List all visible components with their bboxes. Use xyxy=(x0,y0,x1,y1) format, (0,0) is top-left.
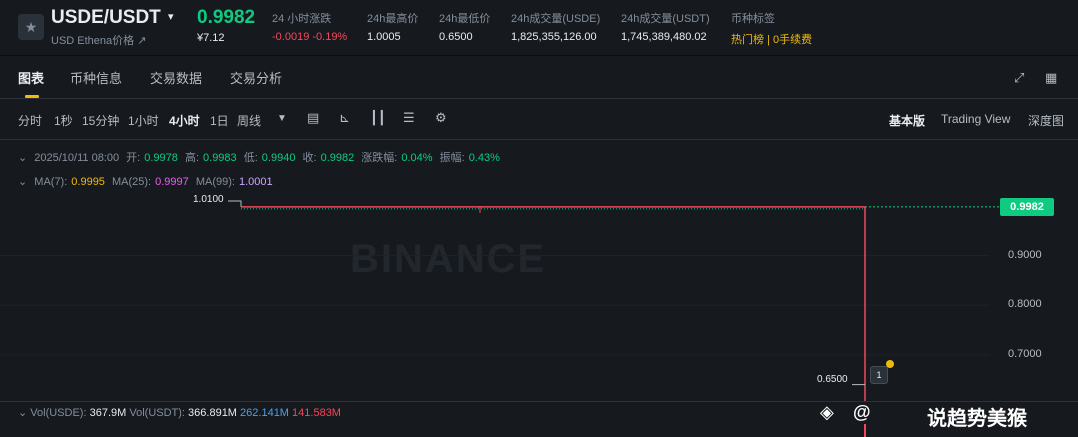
interval-toolbar: 分时 1秒 15分钟 1小时 4小时 1日 周线 ▼ ▤ ⊾ ┃┃ ☰ ⚙ 基本… xyxy=(0,100,1078,140)
stat-24h-change: 24 小时涨跌 -0.0019 -0.19% xyxy=(272,13,348,43)
stat-24h-volume-usde: 24h成交量(USDE) 1,825,355,126.00 xyxy=(511,13,601,43)
volume-bar xyxy=(864,424,866,437)
volume-pane: ⌄ Vol(USDE): 367.9M Vol(USDT): 366.891M … xyxy=(0,401,1078,437)
favorite-star-icon[interactable]: ★ xyxy=(18,14,44,40)
tab-coin-info[interactable]: 币种信息 xyxy=(70,68,122,87)
vol-ma-value-1: 262.141M xyxy=(240,407,289,419)
tab-chart[interactable]: 图表 xyxy=(18,68,44,87)
token-tags-link[interactable]: 热门榜 | 0手续费 xyxy=(731,31,812,47)
collapse-volume-icon[interactable]: ⌄ xyxy=(18,407,27,419)
y-axis-label-2: 0.7000 xyxy=(1008,348,1042,360)
event-marker-icon[interactable]: 1 xyxy=(870,366,888,384)
indicator-icon[interactable]: ⊾ xyxy=(339,110,350,126)
fullscreen-icon[interactable]: ⤢ xyxy=(1014,70,1024,86)
y-axis-label-0: 0.9000 xyxy=(1008,249,1042,261)
vol-usde-value: 367.9M xyxy=(89,407,127,419)
stat-token-tags: 币种标签 热门榜 | 0手续费 xyxy=(731,13,813,47)
event-dot-icon xyxy=(886,360,894,368)
chart-template-icon[interactable]: ☰ xyxy=(403,110,415,126)
author-watermark-text: 说趋势美猴 xyxy=(927,408,1027,430)
price-chart[interactable]: ⌄ 2025/10/11 08:00 开: 0.9978 高: 0.9983 低: 0… xyxy=(0,141,1078,401)
symbol-title[interactable]: USDE/USDT xyxy=(51,7,161,29)
vol-usdt-value: 366.891M xyxy=(188,407,237,419)
interval-4h[interactable]: 4小时 xyxy=(169,112,200,129)
view-tradingview[interactable]: Trading View xyxy=(941,112,1010,126)
view-basic[interactable]: 基本版 xyxy=(889,112,925,129)
settings-gear-icon[interactable]: ⚙ xyxy=(435,110,447,126)
interval-1h[interactable]: 1小时 xyxy=(128,112,159,129)
author-logo-icon: ◈ xyxy=(820,402,834,422)
stat-24h-high: 24h最高价 1.0005 xyxy=(367,13,419,43)
low-marker-label: 0.6500 xyxy=(817,374,848,385)
high-marker-line xyxy=(228,200,242,207)
stat-24h-volume-usdt: 24h成交量(USDT) 1,745,389,480.02 xyxy=(621,13,710,43)
chart-tabs: 图表 币种信息 交易数据 交易分析 ⤢ ▦ xyxy=(0,57,1078,99)
volume-legend: ⌄ Vol(USDE): 367.9M Vol(USDT): 366.891M … xyxy=(18,407,341,419)
tab-trading-data[interactable]: 交易数据 xyxy=(150,68,202,87)
vol-ma-value-2: 141.583M xyxy=(292,407,341,419)
interval-dropdown-icon[interactable]: ▼ xyxy=(277,113,287,124)
external-link-icon: ↗ xyxy=(137,35,147,47)
interval-1s[interactable]: 1秒 xyxy=(54,112,73,129)
interval-15m[interactable]: 15分钟 xyxy=(82,112,119,129)
chart-canvas xyxy=(0,200,1000,401)
interval-week[interactable]: 周线 xyxy=(237,112,261,129)
interval-time[interactable]: 分时 xyxy=(18,112,42,129)
interval-1d[interactable]: 1日 xyxy=(210,112,229,129)
author-at-symbol: @ xyxy=(853,402,871,422)
symbol-subtitle-link[interactable]: USD Ethena价格 ↗ xyxy=(51,32,146,48)
last-price: 0.9982 xyxy=(197,7,256,28)
high-marker-label: 1.0100 xyxy=(193,194,224,205)
layout-grid-icon[interactable]: ▦ xyxy=(1045,70,1057,86)
tab-trading-analysis[interactable]: 交易分析 xyxy=(230,68,282,87)
stat-24h-low: 24h最低价 0.6500 xyxy=(439,13,491,43)
candlestick-icon[interactable]: ┃┃ xyxy=(370,110,386,126)
fiat-price: ¥7.12 xyxy=(197,32,225,44)
ticker-header: ★ USDE/USDT ▾ USD Ethena价格 ↗ 0.9982 ¥7.1… xyxy=(0,0,1078,56)
current-price-tag: 0.9982 xyxy=(1000,198,1054,216)
active-tab-indicator xyxy=(25,95,39,98)
symbol-dropdown-icon[interactable]: ▾ xyxy=(168,10,174,23)
calendar-icon[interactable]: ▤ xyxy=(307,110,319,126)
y-axis-label-1: 0.8000 xyxy=(1008,298,1042,310)
view-depth[interactable]: 深度图 xyxy=(1028,112,1064,129)
